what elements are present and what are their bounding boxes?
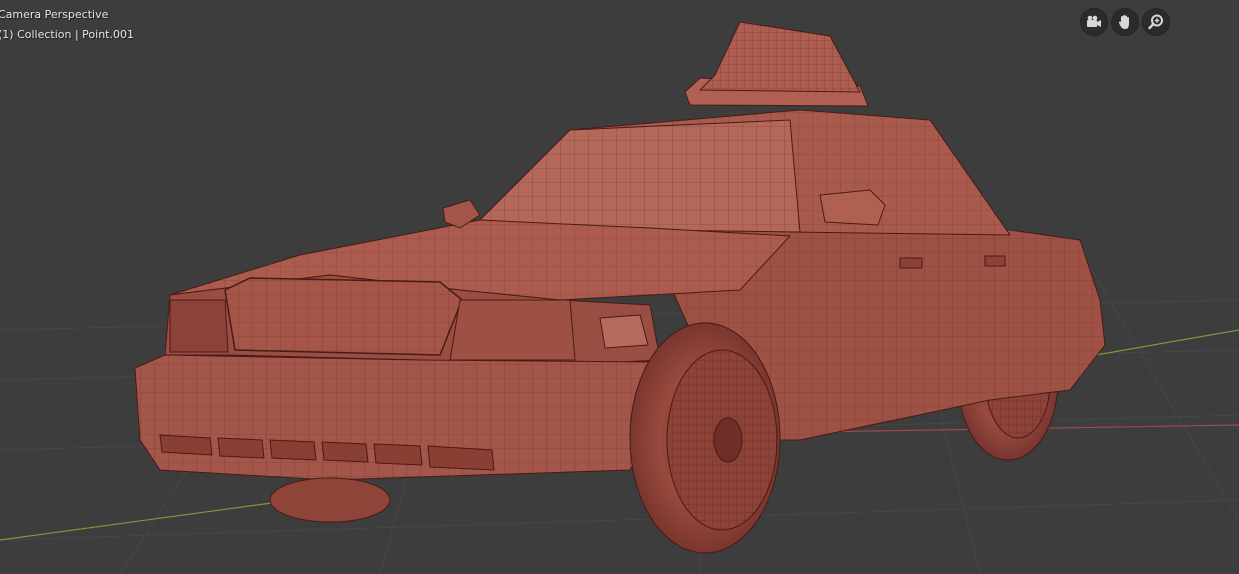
- front-left-wheel: [269, 477, 391, 523]
- front-right-wheel: [629, 322, 781, 554]
- zoom-view-button[interactable]: [1142, 8, 1170, 36]
- taxi-car-model[interactable]: [134, 21, 1106, 554]
- camera-view-icon: [1087, 15, 1101, 27]
- camera-view-button[interactable]: [1080, 8, 1108, 36]
- 3d-viewport[interactable]: Camera Perspective (1) Collection | Poin…: [0, 0, 1239, 574]
- view-mode-label: Camera Perspective: [0, 8, 109, 21]
- pan-hand-icon: [1118, 15, 1129, 29]
- door-handle-rear: [984, 255, 1006, 267]
- pan-view-button[interactable]: [1111, 8, 1139, 36]
- zoom-magnifier-icon: [1148, 14, 1163, 30]
- door-handle-front: [899, 257, 923, 269]
- viewport-scene[interactable]: [0, 0, 1239, 574]
- collection-object-label: (1) Collection | Point.001: [0, 28, 134, 41]
- taxi-roof-sign: [684, 21, 869, 107]
- side-mirror-right: [819, 189, 886, 226]
